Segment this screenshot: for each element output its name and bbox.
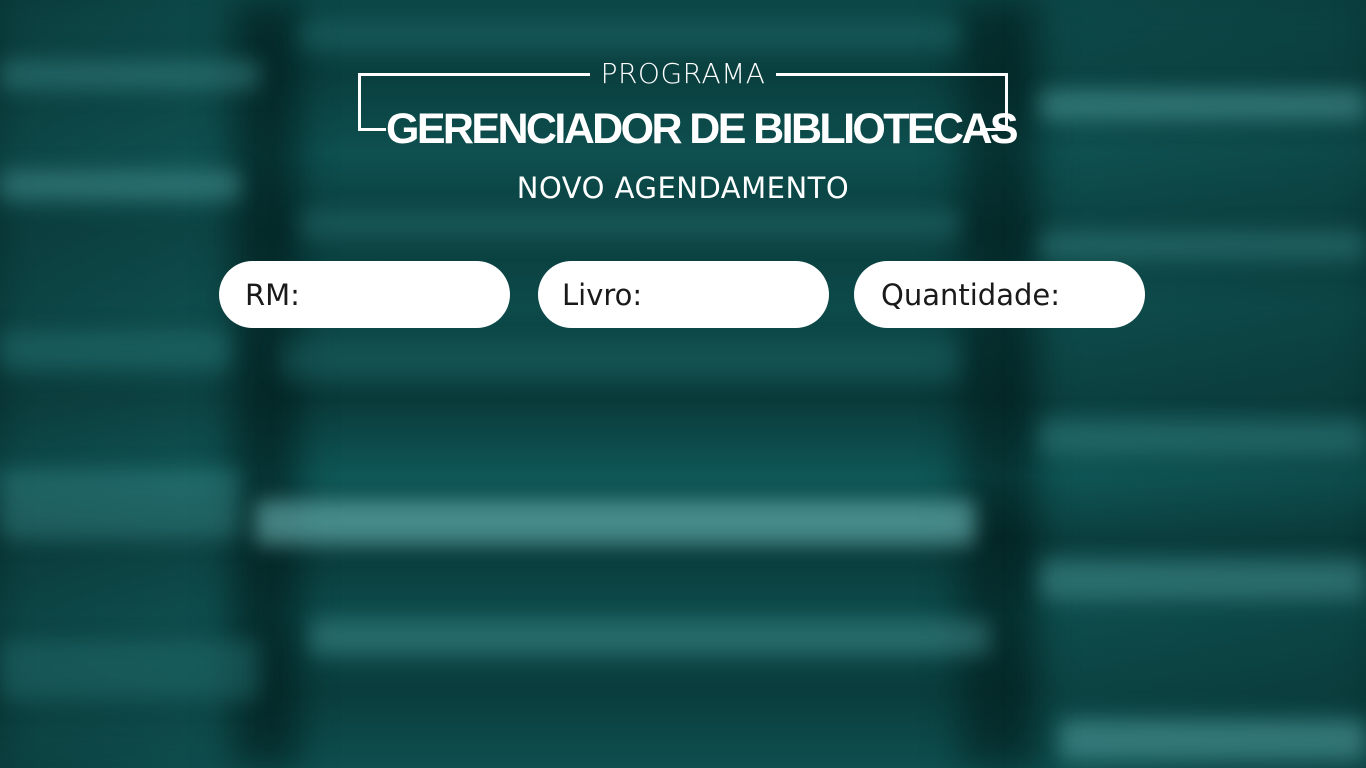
title-frame-line: [358, 128, 386, 131]
page-subtitle: NOVO AGENDAMENTO: [516, 171, 850, 205]
livro-label: Livro:: [562, 277, 643, 312]
quantidade-field[interactable]: Quantidade:: [854, 260, 1145, 329]
livro-input[interactable]: [648, 260, 809, 329]
title-frame-line: [358, 73, 361, 131]
rm-label: RM:: [245, 277, 300, 312]
rm-input[interactable]: [305, 260, 490, 329]
app-title: GERENCIADOR DE BIBLIOTECAS: [386, 105, 1019, 153]
title-block: PROGRAMA GERENCIADOR DE BIBLIOTECAS: [358, 56, 1019, 153]
quantidade-input[interactable]: [1065, 260, 1125, 329]
quantidade-label: Quantidade:: [881, 277, 1060, 312]
rm-field[interactable]: RM:: [219, 260, 510, 329]
program-label: PROGRAMA: [600, 57, 766, 90]
title-frame-line: [776, 73, 1008, 76]
livro-field[interactable]: Livro:: [538, 260, 829, 329]
title-frame-line: [358, 73, 590, 76]
